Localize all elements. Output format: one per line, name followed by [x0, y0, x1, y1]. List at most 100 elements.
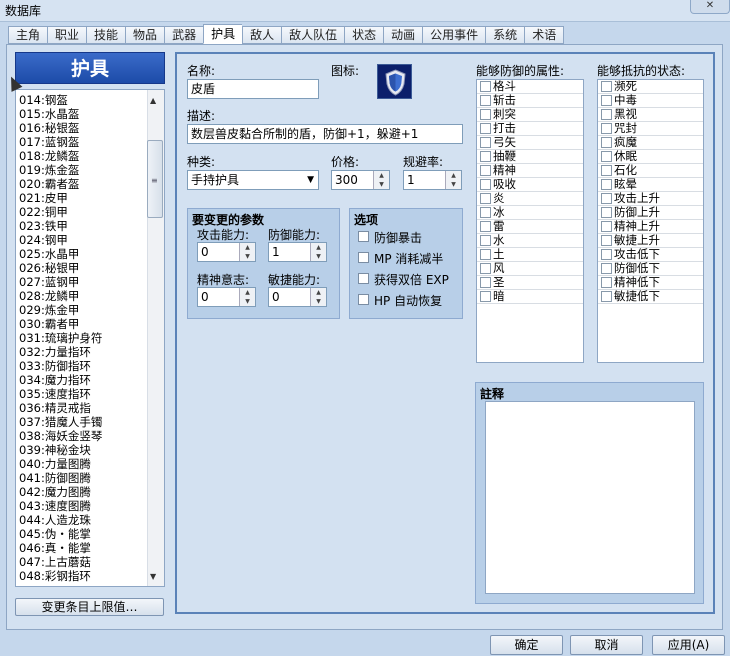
attr-row[interactable]: 土	[477, 248, 583, 262]
checkbox[interactable]	[480, 179, 491, 190]
option-checkbox[interactable]	[358, 294, 369, 305]
checkbox[interactable]	[601, 277, 612, 288]
apply-button[interactable]: 应用(A)	[652, 635, 725, 655]
list-item[interactable]: 047:上古蘑菇	[19, 555, 91, 569]
state-row[interactable]: 濒死	[598, 80, 703, 94]
tab-3[interactable]: 物品	[125, 26, 165, 44]
checkbox[interactable]	[601, 81, 612, 92]
list-item[interactable]: 039:神秘金块	[19, 443, 91, 457]
option-checkbox[interactable]	[358, 252, 369, 263]
list-item[interactable]: 024:钢甲	[19, 233, 68, 247]
attr-row[interactable]: 抽鞭	[477, 150, 583, 164]
list-item[interactable]: 025:水晶甲	[19, 247, 79, 261]
def-stepper[interactable]: 1 ▲ ▼	[268, 242, 327, 262]
attr-row[interactable]: 炎	[477, 192, 583, 206]
tab-2[interactable]: 技能	[86, 26, 126, 44]
checkbox[interactable]	[601, 221, 612, 232]
checkbox[interactable]	[480, 137, 491, 148]
checkbox[interactable]	[480, 207, 491, 218]
attr-row[interactable]: 暗	[477, 290, 583, 304]
list-item[interactable]: 018:龙鳞盔	[19, 149, 79, 163]
attr-row[interactable]: 冰	[477, 206, 583, 220]
attr-row[interactable]: 水	[477, 234, 583, 248]
list-item[interactable]: 029:炼金甲	[19, 303, 79, 317]
spin-up-icon[interactable]: ▲	[310, 243, 326, 252]
checkbox[interactable]	[601, 151, 612, 162]
checkbox[interactable]	[480, 263, 491, 274]
list-item[interactable]: 027:蓝钢甲	[19, 275, 79, 289]
evade-stepper[interactable]: 1 ▲ ▼	[403, 170, 462, 190]
change-max-button[interactable]: 变更条目上限值…	[15, 598, 164, 616]
list-item[interactable]: 046:真・能掌	[19, 541, 91, 555]
spin-up-icon[interactable]: ▲	[373, 171, 389, 180]
list-item[interactable]: 035:速度指环	[19, 387, 91, 401]
state-row[interactable]: 黑视	[598, 108, 703, 122]
state-row[interactable]: 休眠	[598, 150, 703, 164]
list-item[interactable]: 048:彩钢指环	[19, 569, 91, 583]
list-item[interactable]: 032:力量指环	[19, 345, 91, 359]
list-item[interactable]: 016:秘银盔	[19, 121, 79, 135]
list-item[interactable]: 042:魔力图腾	[19, 485, 91, 499]
scroll-up-icon[interactable]: ▲	[150, 96, 156, 105]
checkbox[interactable]	[480, 249, 491, 260]
state-row[interactable]: 敏捷低下	[598, 290, 703, 304]
spin-up-icon[interactable]: ▲	[239, 288, 255, 297]
spin-down-icon[interactable]: ▼	[310, 297, 326, 306]
checkbox[interactable]	[601, 235, 612, 246]
tab-8[interactable]: 状态	[344, 26, 384, 44]
tab-10[interactable]: 公用事件	[422, 26, 486, 44]
attr-row[interactable]: 打击	[477, 122, 583, 136]
state-row[interactable]: 石化	[598, 164, 703, 178]
state-row[interactable]: 防御上升	[598, 206, 703, 220]
tab-11[interactable]: 系统	[485, 26, 525, 44]
list-item[interactable]: 030:霸者甲	[19, 317, 79, 331]
state-row[interactable]: 敏捷上升	[598, 234, 703, 248]
tab-9[interactable]: 动画	[383, 26, 423, 44]
shield-icon[interactable]	[377, 64, 412, 99]
option-checkbox[interactable]	[358, 273, 369, 284]
state-row[interactable]: 眩晕	[598, 178, 703, 192]
checkbox[interactable]	[601, 193, 612, 204]
list-item[interactable]: 026:秘银甲	[19, 261, 79, 275]
attr-row[interactable]: 雷	[477, 220, 583, 234]
desc-input[interactable]: 数层兽皮黏合所制的盾，防御+1，躲避+1	[187, 124, 463, 144]
agi-stepper[interactable]: 0 ▲ ▼	[268, 287, 327, 307]
spi-stepper[interactable]: 0 ▲ ▼	[197, 287, 256, 307]
list-item[interactable]: 023:铁甲	[19, 219, 68, 233]
list-item[interactable]: 033:防御指环	[19, 359, 91, 373]
kind-select[interactable]: 手持护具 ▼	[187, 170, 319, 190]
tab-6[interactable]: 敌人	[242, 26, 282, 44]
checkbox[interactable]	[480, 165, 491, 176]
state-list[interactable]: 濒死 中毒 黑视 咒封 疯魔 休眠 石化 眩晕 攻击上升 防御上升 精神上升 敏捷上升 攻击低下 防御低下…	[597, 79, 704, 363]
checkbox[interactable]	[480, 235, 491, 246]
tab-5[interactable]: 护具	[203, 24, 243, 44]
checkbox[interactable]	[601, 109, 612, 120]
note-textarea[interactable]	[485, 401, 695, 594]
attr-row[interactable]: 弓矢	[477, 136, 583, 150]
list-item[interactable]: 021:皮甲	[19, 191, 68, 205]
checkbox[interactable]	[480, 221, 491, 232]
list-item[interactable]: 038:海妖金竖琴	[19, 429, 102, 443]
checkbox[interactable]	[601, 207, 612, 218]
spin-up-icon[interactable]: ▲	[310, 288, 326, 297]
checkbox[interactable]	[601, 165, 612, 176]
list-item[interactable]: 040:力量图腾	[19, 457, 91, 471]
list-item[interactable]: 019:炼金盔	[19, 163, 79, 177]
item-list[interactable]: 014:钢盔 015:水晶盔 016:秘银盔 017:蓝钢盔 018:龙鳞盔 019:炼金…	[15, 89, 165, 587]
option-checkbox[interactable]	[358, 231, 369, 242]
checkbox[interactable]	[480, 277, 491, 288]
list-item[interactable]: 014:钢盔	[19, 93, 68, 107]
price-stepper[interactable]: 300 ▲ ▼	[331, 170, 390, 190]
list-item[interactable]: 045:伪・能掌	[19, 527, 91, 541]
checkbox[interactable]	[480, 151, 491, 162]
state-row[interactable]: 防御低下	[598, 262, 703, 276]
scroll-down-icon[interactable]: ▼	[150, 572, 156, 581]
checkbox[interactable]	[601, 123, 612, 134]
state-row[interactable]: 精神上升	[598, 220, 703, 234]
checkbox[interactable]	[601, 291, 612, 302]
attr-row[interactable]: 圣	[477, 276, 583, 290]
spin-up-icon[interactable]: ▲	[239, 243, 255, 252]
state-row[interactable]: 攻击上升	[598, 192, 703, 206]
list-item[interactable]: 015:水晶盔	[19, 107, 79, 121]
list-item[interactable]: 043:速度图腾	[19, 499, 91, 513]
